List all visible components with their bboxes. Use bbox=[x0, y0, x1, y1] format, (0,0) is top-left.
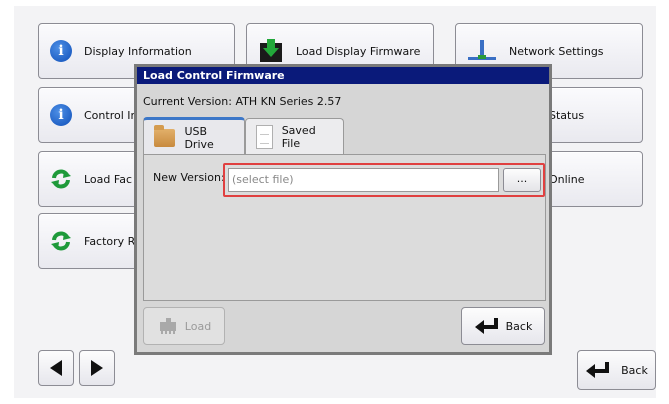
load-factory-label: Load Fac bbox=[84, 172, 132, 186]
back-button[interactable]: Back bbox=[577, 350, 656, 390]
network-icon bbox=[468, 40, 496, 60]
network-settings-label: Network Settings bbox=[509, 44, 604, 58]
dialog-back-label: Back bbox=[505, 319, 533, 333]
back-label: Back bbox=[621, 363, 648, 377]
status-label: Status bbox=[549, 108, 585, 122]
online-label: Online bbox=[549, 172, 585, 186]
load-button[interactable]: Load bbox=[143, 307, 225, 345]
tab-saved-file-label: Saved File bbox=[281, 123, 316, 150]
load-display-firmware-label: Load Display Firmware bbox=[296, 44, 421, 58]
next-page-button[interactable] bbox=[79, 350, 115, 386]
refresh-icon bbox=[51, 169, 71, 189]
control-info-label: Control In bbox=[84, 108, 138, 122]
tab-content: New Version: (select file) ... bbox=[143, 154, 546, 301]
arrow-right-icon bbox=[91, 360, 103, 376]
new-version-label: New Version: bbox=[153, 171, 225, 184]
back-arrow-icon bbox=[474, 318, 498, 334]
file-icon bbox=[256, 124, 273, 149]
previous-page-button[interactable] bbox=[38, 350, 74, 386]
load-control-firmware-dialog: Load Control Firmware Current Version: A… bbox=[134, 64, 552, 355]
load-label: Load bbox=[184, 319, 212, 333]
info-icon: i bbox=[50, 104, 72, 126]
file-select-highlight: (select file) ... bbox=[223, 163, 545, 197]
screen: i Display Information Load Display Firmw… bbox=[0, 0, 669, 404]
file-select-input[interactable]: (select file) bbox=[228, 168, 499, 192]
back-arrow-icon bbox=[586, 362, 610, 378]
download-icon bbox=[260, 39, 282, 62]
factory-reset-label: Factory R bbox=[84, 234, 136, 248]
tab-usb-drive-label: USB Drive bbox=[184, 124, 214, 151]
browse-button[interactable]: ... bbox=[503, 168, 541, 192]
arrow-left-icon bbox=[50, 360, 62, 376]
info-icon: i bbox=[50, 40, 72, 62]
chip-icon bbox=[159, 318, 176, 334]
tab-saved-file[interactable]: Saved File bbox=[245, 118, 344, 154]
folder-icon bbox=[154, 124, 176, 147]
current-version-text: Current Version: ATH KN Series 2.57 bbox=[143, 95, 342, 108]
display-information-label: Display Information bbox=[84, 44, 192, 58]
refresh-icon bbox=[51, 231, 71, 251]
dialog-back-button[interactable]: Back bbox=[461, 307, 545, 345]
dialog-title: Load Control Firmware bbox=[137, 67, 549, 84]
tab-usb-drive[interactable]: USB Drive bbox=[143, 117, 245, 155]
